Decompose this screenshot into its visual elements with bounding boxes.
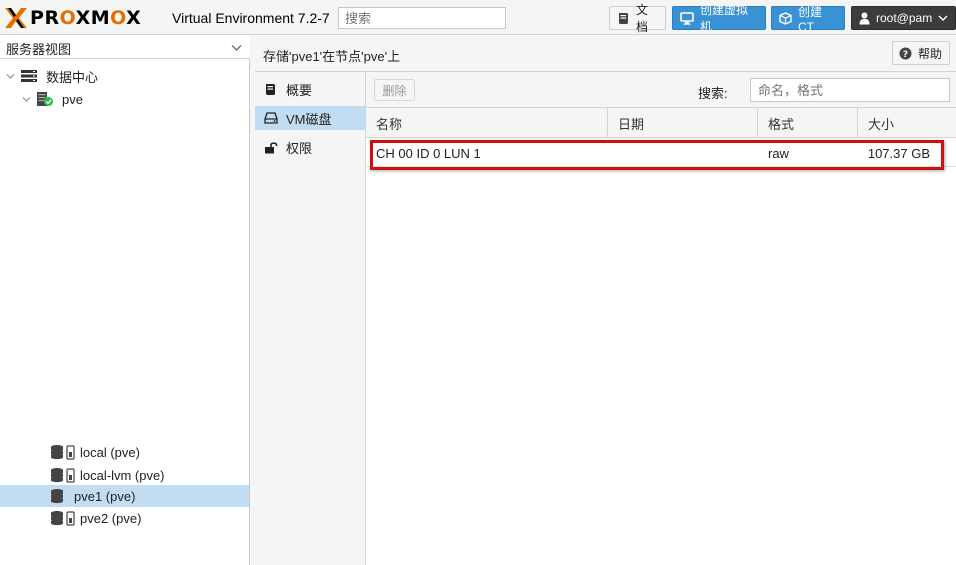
user-icon (859, 12, 870, 25)
server-stack-icon (20, 69, 38, 83)
tree-item-storage-pve2[interactable]: pve2 (pve) (0, 507, 249, 529)
tree-label: local (pve) (80, 444, 140, 460)
version-label: Virtual Environment 7.2-7 (172, 10, 330, 26)
tab-label: VM磁盘 (286, 111, 332, 127)
tree-label: 数据中心 (46, 69, 99, 85)
help-label: 帮助 (918, 46, 943, 61)
book-icon (617, 12, 630, 25)
tab-label: 概要 (286, 82, 313, 98)
tree-item-datacenter[interactable]: 数据中心 (0, 65, 249, 87)
view-selector[interactable]: 服务器视图 (0, 35, 250, 59)
logo-text: PROXMOX (30, 7, 142, 29)
content-header: 存储'pve1'在节点'pve'上 ? 帮助 (255, 35, 956, 72)
desktop-icon (680, 11, 694, 25)
node-online-icon (35, 91, 54, 107)
storage-icon (50, 467, 76, 483)
column-header-format[interactable]: 格式 (758, 108, 858, 138)
column-header-date[interactable]: 日期 (608, 108, 758, 138)
create-vm-button[interactable]: 创建虚拟机 (672, 3, 766, 34)
user-menu-button[interactable]: root@pam (851, 6, 956, 30)
global-search-input[interactable] (338, 7, 506, 29)
grid-search-input[interactable] (750, 78, 950, 102)
vm-disks-panel: 删除 搜索: 名称 日期 格式 大小 CH 00 ID 0 LUN 1 raw … (366, 72, 956, 565)
grid-toolbar: 删除 搜索: (366, 72, 956, 108)
tab-label: 权限 (286, 140, 313, 156)
proxmox-x-icon (5, 8, 27, 28)
docs-label: 文档 (636, 3, 649, 34)
tab-vm-disks[interactable]: VM磁盘 (255, 106, 366, 130)
tree-item-storage-local[interactable]: local (pve) (0, 441, 249, 463)
storage-subnav: 概要 VM磁盘 权限 (255, 72, 366, 565)
help-button[interactable]: ? 帮助 (892, 41, 950, 65)
tree-item-storage-local-lvm[interactable]: local-lvm (pve) (0, 464, 249, 486)
tree-label: local-lvm (pve) (80, 467, 165, 483)
storage-icon (50, 510, 76, 526)
hdd-icon (264, 112, 280, 124)
tab-permissions[interactable]: 权限 (255, 135, 366, 159)
tree-label: pve1 (pve) (74, 488, 136, 504)
cube-icon (779, 11, 792, 25)
tree-item-node-pve[interactable]: pve (0, 88, 249, 110)
book-icon (264, 83, 280, 96)
view-selector-label: 服务器视图 (6, 42, 72, 57)
question-circle-icon: ? (899, 47, 912, 60)
column-header-size[interactable]: 大小 (858, 108, 956, 138)
user-label: root@pam (876, 11, 933, 25)
column-header-name[interactable]: 名称 (366, 108, 608, 138)
tree-item-storage-pve1[interactable]: pve1 (pve) (0, 485, 249, 507)
storage-icon (50, 488, 64, 504)
collapse-toggle-icon[interactable] (22, 95, 31, 104)
tree-label: pve (62, 91, 83, 107)
unlock-icon (264, 141, 280, 154)
tree-label: pve2 (pve) (80, 510, 142, 526)
grid-header: 名称 日期 格式 大小 (366, 108, 956, 138)
delete-button[interactable]: 删除 (374, 79, 415, 101)
tab-summary[interactable]: 概要 (255, 77, 366, 101)
resource-tree-panel: 服务器视图 数据中心 pve local (pve) local-lvm (pv… (0, 35, 250, 565)
create-ct-label: 创建CT (798, 4, 823, 34)
highlight-annotation (370, 140, 944, 170)
page-title: 存储'pve1'在节点'pve'上 (263, 49, 401, 64)
top-bar: PROXMOX Virtual Environment 7.2-7 文档 创建虚… (0, 0, 956, 35)
svg-text:?: ? (903, 50, 908, 60)
docs-button[interactable]: 文档 (609, 3, 666, 34)
proxmox-logo[interactable]: PROXMOX (4, 6, 141, 30)
collapse-toggle-icon[interactable] (6, 72, 15, 81)
storage-icon (50, 444, 76, 460)
chevron-down-icon (938, 11, 948, 25)
create-ct-button[interactable]: 创建CT (771, 5, 845, 34)
chevron-down-icon (231, 40, 242, 55)
create-vm-label: 创建虚拟机 (700, 3, 749, 34)
search-label: 搜索: (698, 86, 728, 101)
